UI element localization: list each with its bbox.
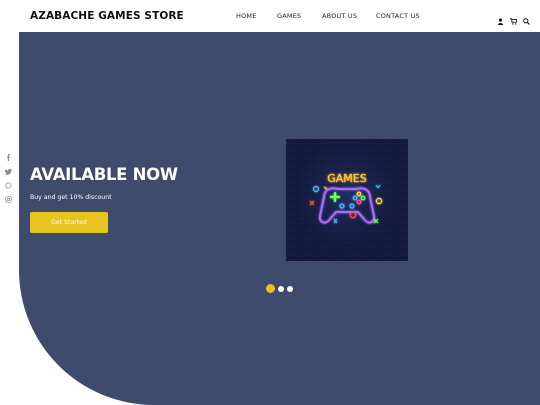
nav-contact-us[interactable]: CONTACT US bbox=[376, 12, 420, 20]
header-icons bbox=[497, 10, 530, 25]
facebook-icon[interactable] bbox=[5, 154, 12, 161]
get-started-button[interactable]: Get Started bbox=[30, 212, 108, 233]
hero-headline: AVAILABLE NOW bbox=[30, 165, 178, 184]
search-icon[interactable] bbox=[523, 10, 530, 25]
brand-logo[interactable]: AZABACHE GAMES STORE bbox=[30, 10, 184, 22]
instagram-icon[interactable] bbox=[5, 196, 12, 203]
user-icon[interactable] bbox=[497, 10, 504, 25]
carousel-dot[interactable] bbox=[287, 285, 293, 292]
whatsapp-icon[interactable] bbox=[5, 182, 12, 189]
carousel-dot[interactable] bbox=[266, 284, 275, 293]
nav-games[interactable]: GAMES bbox=[277, 12, 301, 20]
games-neon-image: GAMES bbox=[286, 139, 408, 261]
site-header: AZABACHE GAMES STORE HOME GAMES ABOUT US… bbox=[0, 0, 540, 32]
cart-icon[interactable] bbox=[510, 10, 518, 25]
carousel-indicators bbox=[266, 284, 293, 293]
carousel-dot[interactable] bbox=[278, 285, 284, 292]
games-neon-text: GAMES bbox=[327, 172, 366, 185]
twitter-icon[interactable] bbox=[4, 168, 12, 175]
nav-home[interactable]: HOME bbox=[236, 12, 257, 20]
hero-subtitle: Buy and get 10% discount bbox=[30, 194, 112, 201]
social-links bbox=[4, 154, 12, 203]
nav-about-us[interactable]: ABOUT US bbox=[322, 12, 357, 20]
